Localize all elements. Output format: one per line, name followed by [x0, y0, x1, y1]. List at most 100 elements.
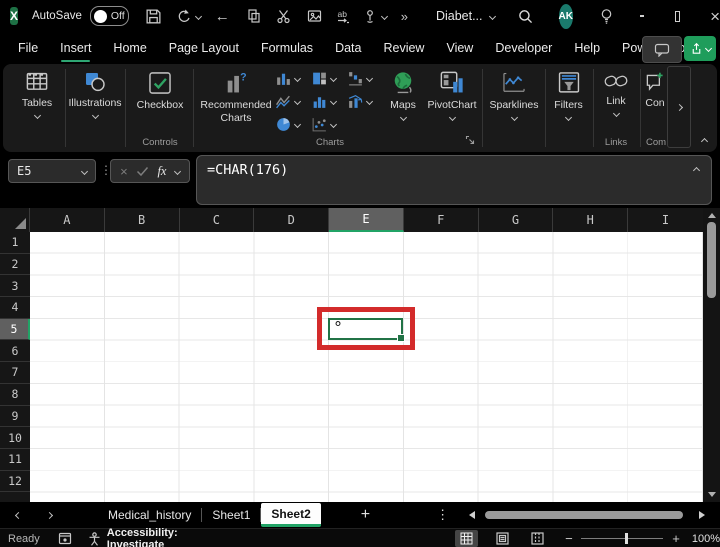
sheet-next-button[interactable]	[45, 511, 54, 519]
pie-chart-button[interactable]	[275, 116, 302, 133]
zoom-out-button[interactable]: −	[565, 531, 573, 546]
row-header-13-partial[interactable]	[0, 492, 30, 502]
comments-button[interactable]	[642, 36, 682, 63]
zoom-slider-thumb[interactable]	[624, 533, 628, 544]
row-header-9[interactable]: 9	[0, 406, 30, 428]
scroll-up-icon[interactable]	[707, 213, 716, 218]
save-button[interactable]	[145, 8, 162, 25]
row-header-5-selected[interactable]: 5	[0, 318, 30, 341]
zoom-in-button[interactable]: +	[672, 531, 680, 546]
row-header-10[interactable]: 10	[0, 427, 30, 449]
histogram-chart-button[interactable]	[311, 93, 338, 110]
sheet-options-button[interactable]: ⋮	[436, 507, 449, 523]
row-header-3[interactable]: 3	[0, 275, 30, 298]
row-header-11[interactable]: 11	[0, 449, 30, 471]
undo-dropdown-icon[interactable]	[194, 12, 202, 20]
page-layout-view-button[interactable]	[491, 530, 514, 547]
touch-mode-button[interactable]	[362, 8, 388, 24]
tab-review[interactable]: Review	[383, 41, 424, 55]
formula-input[interactable]: =CHAR(176)	[196, 155, 712, 205]
row-header-2[interactable]: 2	[0, 254, 30, 276]
collapse-formula-bar-button[interactable]	[692, 166, 701, 175]
column-header-c[interactable]: C	[180, 208, 255, 232]
column-header-b[interactable]: B	[105, 208, 180, 232]
maximize-button[interactable]	[674, 10, 681, 22]
horizontal-scroll-thumb[interactable]	[485, 511, 684, 519]
charts-dialog-launcher[interactable]	[465, 135, 476, 146]
tab-data[interactable]: Data	[335, 41, 361, 55]
row-header-8[interactable]: 8	[0, 384, 30, 406]
tab-developer[interactable]: Developer	[495, 41, 552, 55]
excel-logo-icon[interactable]: X	[10, 7, 19, 25]
link-button[interactable]: Link	[596, 70, 636, 117]
line-chart-button[interactable]	[275, 93, 302, 110]
scatter-chart-button[interactable]	[311, 116, 338, 133]
normal-view-button[interactable]	[454, 530, 479, 547]
sheet-tab-sheet2-active[interactable]: Sheet2	[261, 503, 321, 527]
tab-file[interactable]: File	[18, 41, 38, 55]
touch-mode-dropdown-icon[interactable]	[380, 12, 388, 20]
collapse-ribbon-button[interactable]	[695, 134, 713, 148]
column-header-e-selected[interactable]: E	[329, 208, 404, 232]
row-header-4[interactable]: 4	[0, 297, 30, 319]
row-header-1[interactable]: 1	[0, 232, 30, 254]
row-header-6[interactable]: 6	[0, 340, 30, 363]
cancel-formula-button[interactable]: ×	[120, 164, 128, 179]
account-avatar[interactable]: AK	[558, 3, 573, 29]
close-button[interactable]: ×	[710, 8, 720, 25]
vertical-scroll-thumb[interactable]	[707, 222, 716, 298]
tab-help[interactable]: Help	[574, 41, 600, 55]
accessibility-status[interactable]: Accessibility: Investigate	[107, 527, 233, 547]
scroll-down-icon[interactable]	[707, 492, 716, 497]
column-header-h[interactable]: H	[553, 208, 629, 232]
page-break-preview-button[interactable]	[526, 530, 549, 547]
tab-formulas[interactable]: Formulas	[261, 41, 313, 55]
column-chart-button[interactable]	[275, 70, 302, 87]
checkbox-button[interactable]: Checkbox	[129, 70, 191, 112]
tab-page-layout[interactable]: Page Layout	[169, 41, 239, 55]
share-button[interactable]	[684, 36, 716, 61]
tab-insert[interactable]: Insert	[60, 41, 91, 62]
minimize-button[interactable]	[639, 15, 644, 17]
pivotchart-button[interactable]: PivotChart	[423, 70, 481, 121]
sheet-tab-sheet1[interactable]: Sheet1	[202, 508, 260, 522]
insert-function-button[interactable]: fx	[157, 164, 166, 179]
autosave-toggle[interactable]: Off	[89, 6, 129, 26]
translate-button[interactable]: ab	[335, 8, 352, 24]
status-mode[interactable]: Ready	[8, 533, 40, 545]
column-header-f[interactable]: F	[404, 208, 479, 232]
tab-view[interactable]: View	[446, 41, 473, 55]
copy-button[interactable]	[246, 8, 262, 24]
column-header-i[interactable]: I	[628, 208, 703, 232]
hscroll-right-icon[interactable]	[699, 511, 706, 519]
zoom-level[interactable]: 100%	[692, 533, 720, 545]
waterfall-chart-button[interactable]	[347, 70, 374, 87]
qat-overflow-button[interactable]: »	[401, 9, 408, 24]
zoom-slider[interactable]	[580, 533, 664, 544]
enter-formula-button[interactable]	[136, 166, 149, 177]
tables-button[interactable]: Tables	[11, 70, 63, 119]
hscroll-left-icon[interactable]	[469, 511, 476, 519]
undo-button[interactable]	[176, 8, 202, 24]
maps-button[interactable]: Maps	[381, 70, 425, 121]
hierarchy-chart-button[interactable]	[311, 70, 338, 87]
illustrations-button[interactable]: Illustrations	[67, 70, 123, 119]
sparklines-button[interactable]: Sparklines	[485, 70, 543, 121]
column-header-g[interactable]: G	[479, 208, 554, 232]
sheet-tab-medical-history[interactable]: Medical_history	[98, 508, 201, 522]
ribbon-scroll-right-button[interactable]	[667, 66, 691, 148]
column-header-a[interactable]: A	[30, 208, 105, 232]
row-header-12[interactable]: 12	[0, 471, 30, 493]
sheet-prev-button[interactable]	[14, 511, 23, 519]
recommended-charts-button[interactable]: ? Recommended Charts	[196, 70, 276, 124]
cut-button[interactable]	[276, 8, 292, 24]
worksheet-cells[interactable]	[30, 232, 703, 502]
row-header-7[interactable]: 7	[0, 362, 30, 384]
back-arrow-button[interactable]: ←	[215, 8, 230, 25]
select-all-corner[interactable]	[0, 208, 30, 232]
filters-button[interactable]: Filters	[546, 70, 591, 121]
search-button[interactable]	[517, 8, 534, 25]
tell-me-lightbulb-icon[interactable]	[599, 8, 614, 25]
tab-home[interactable]: Home	[113, 41, 146, 55]
picture-button[interactable]	[306, 8, 323, 24]
